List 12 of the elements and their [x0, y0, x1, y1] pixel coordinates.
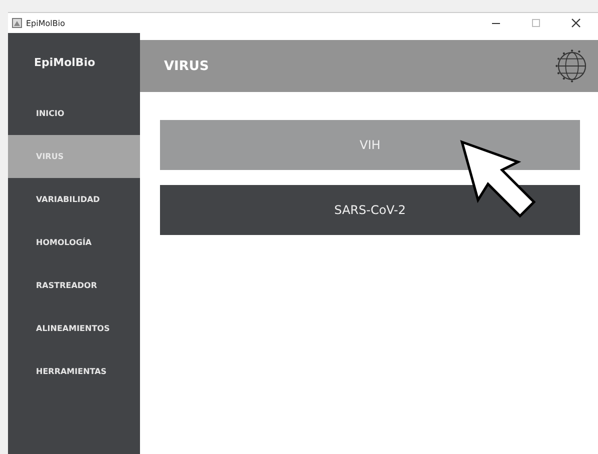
- sidebar-item[interactable]: INICIO: [8, 92, 140, 135]
- window-title: EpiMolBio: [26, 18, 65, 28]
- virus-button[interactable]: SARS-CoV-2: [160, 185, 580, 235]
- page-title: VIRUS: [164, 58, 210, 74]
- sidebar-item[interactable]: RASTREADOR: [8, 264, 140, 307]
- close-icon[interactable]: [571, 18, 581, 28]
- sidebar-item[interactable]: HOMOLOGÍA: [8, 221, 140, 264]
- app-icon: [12, 18, 22, 28]
- app-name: EpiMolBio: [33, 55, 96, 71]
- sidebar-item[interactable]: HERRAMIENTAS: [8, 350, 140, 393]
- sidebar-item[interactable]: ALINEAMIENTOS: [8, 307, 140, 350]
- sidebar-item[interactable]: VARIABILIDAD: [8, 178, 140, 221]
